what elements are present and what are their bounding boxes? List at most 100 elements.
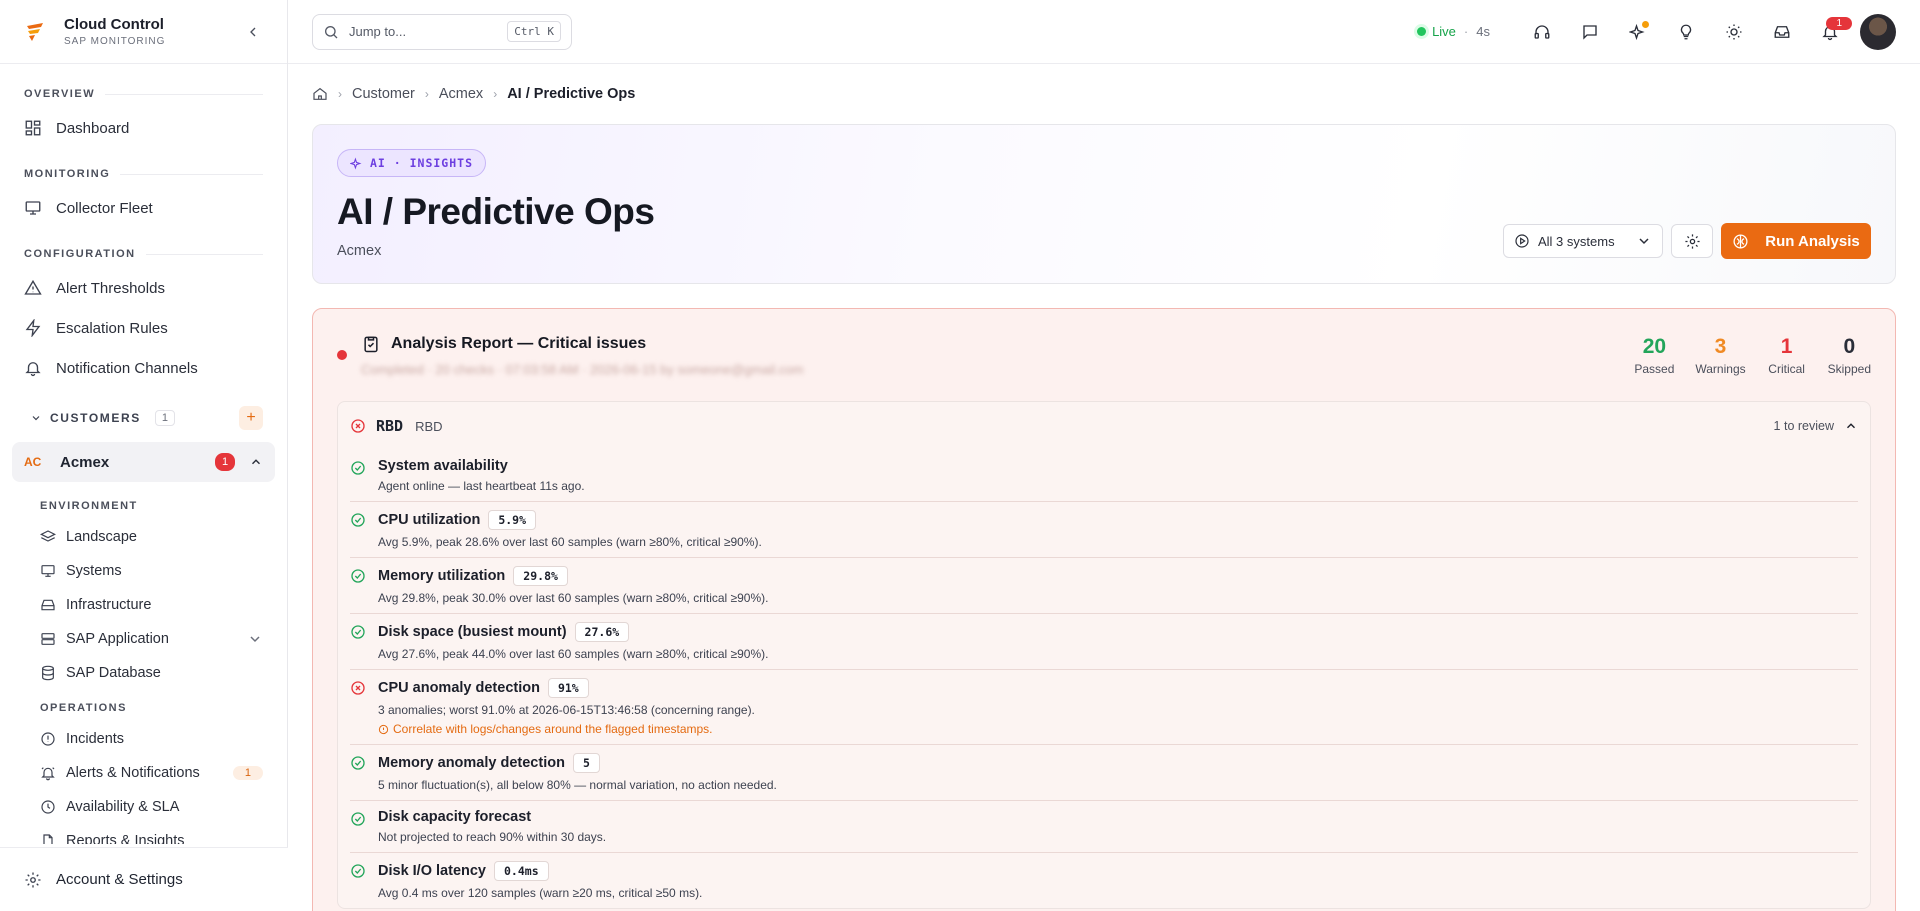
bolt-icon xyxy=(25,319,41,337)
check-value: 91% xyxy=(547,678,589,698)
breadcrumb-customer[interactable]: Customer xyxy=(352,86,415,102)
analysis-report: Analysis Report — Critical issues Comple… xyxy=(312,308,1896,911)
gear-icon xyxy=(1684,233,1700,249)
stat-skipped: 0 Skipped xyxy=(1827,334,1871,376)
chevron-up-icon[interactable] xyxy=(1844,419,1858,433)
database-icon xyxy=(42,665,54,681)
group-code: RBD xyxy=(376,417,404,435)
check-value: 29.8% xyxy=(513,566,568,586)
notifications-button[interactable]: 1 xyxy=(1806,12,1854,52)
sidebar-item-label: Alert Thresholds xyxy=(56,279,165,297)
account-settings-link[interactable]: Account & Settings xyxy=(0,847,288,911)
monitor-icon xyxy=(25,201,41,215)
check-circle-icon xyxy=(351,513,365,527)
check-row[interactable]: Disk capacity forecast Not projected to r… xyxy=(350,801,1858,853)
customers-label: CUSTOMERS xyxy=(50,411,141,425)
check-description: Not projected to reach 90% within 30 day… xyxy=(378,830,607,844)
check-group-rbd: RBD RBD 1 to review System availability A… xyxy=(337,401,1871,909)
check-title: Memory utilization xyxy=(378,568,506,584)
check-description: Agent online — last heartbeat 11s ago. xyxy=(378,479,585,493)
sidebar-item-availability-sla[interactable]: Availability & SLA xyxy=(0,790,287,824)
customer-name: Acmex xyxy=(60,453,110,471)
check-title: Memory anomaly detection xyxy=(378,755,565,771)
chevron-down-icon xyxy=(250,636,260,643)
jump-to-search[interactable]: Jump to... Ctrl K xyxy=(312,13,572,50)
check-group-header[interactable]: RBD RBD 1 to review xyxy=(350,402,1858,450)
run-analysis-button[interactable]: Run Analysis xyxy=(1721,223,1871,259)
section-title-monitoring: MONITORING xyxy=(0,166,287,182)
alerts-count-badge: 1 xyxy=(232,766,263,780)
check-row[interactable]: CPU anomaly detection 91% 3 anomalies; wor… xyxy=(350,670,1858,745)
section-title-configuration: CONFIGURATION xyxy=(0,246,287,262)
report-stats: 20 Passed 3 Warnings 1 Critical 0 Skipped xyxy=(1633,335,1871,376)
sidebar-item-escalation-rules[interactable]: Escalation Rules xyxy=(0,308,287,348)
check-title: Disk I/O latency xyxy=(378,863,486,879)
check-row[interactable]: CPU utilization 5.9% Avg 5.9%, peak 28.6% … xyxy=(350,502,1858,558)
sidebar-item-label: Incidents xyxy=(66,731,125,747)
check-row[interactable]: System availability Agent online — last h… xyxy=(350,450,1858,502)
tips-button[interactable] xyxy=(1662,12,1710,52)
message-square-icon xyxy=(1583,24,1597,40)
bell-ring-icon xyxy=(41,767,55,781)
check-circle-icon xyxy=(351,625,365,639)
sidebar-item-label: Alerts & Notifications xyxy=(66,765,200,781)
sidebar-item-infrastructure[interactable]: Infrastructure xyxy=(0,588,287,622)
check-row[interactable]: Memory utilization 29.8% Avg 29.8%, peak 3… xyxy=(350,558,1858,614)
sidebar-item-collector-fleet[interactable]: Collector Fleet xyxy=(0,188,287,228)
add-customer-button[interactable]: + xyxy=(239,406,263,430)
report-meta: Completed · 20 checks · 07:03:58 AM · 20… xyxy=(361,361,804,377)
sidebar-item-systems[interactable]: Systems xyxy=(0,554,287,588)
breadcrumb-current: AI / Predictive Ops xyxy=(507,86,636,102)
sidebar-item-dashboard[interactable]: Dashboard xyxy=(0,108,287,148)
live-status: Live · 4s xyxy=(1417,24,1490,39)
customer-avatar: AC xyxy=(24,455,42,469)
customers-header[interactable]: CUSTOMERS 1 + xyxy=(0,400,287,436)
check-row[interactable]: Disk I/O latency 0.4ms Avg 0.4 ms over 120… xyxy=(350,853,1858,908)
check-row[interactable]: Disk space (busiest mount) 27.6% Avg 27.6%… xyxy=(350,614,1858,670)
collapse-sidebar-button[interactable] xyxy=(243,22,263,42)
brand-name: Cloud Control xyxy=(64,16,164,33)
sidebar-item-alert-thresholds[interactable]: Alert Thresholds xyxy=(0,268,287,308)
x-circle-icon xyxy=(351,681,365,695)
customer-item-acmex[interactable]: AC Acmex 1 xyxy=(12,442,275,482)
sidebar-item-reports-insights[interactable]: Reports & Insights xyxy=(0,824,287,844)
plus-icon: + xyxy=(246,409,256,426)
home-icon[interactable] xyxy=(312,86,328,102)
sidebar-item-incidents[interactable]: Incidents xyxy=(0,722,287,756)
section-title-operations: OPERATIONS xyxy=(40,702,127,714)
customers-count: 1 xyxy=(154,410,175,426)
check-title: Disk space (busiest mount) xyxy=(378,624,567,640)
system-select[interactable]: All 3 systems xyxy=(1503,224,1663,258)
support-button[interactable] xyxy=(1518,12,1566,52)
user-avatar[interactable] xyxy=(1860,13,1896,50)
play-circle-icon xyxy=(1515,234,1529,248)
breadcrumb-acmex[interactable]: Acmex xyxy=(439,86,483,102)
messages-button[interactable] xyxy=(1566,12,1614,52)
inbox-button[interactable] xyxy=(1758,12,1806,52)
sidebar-item-landscape[interactable]: Landscape xyxy=(0,520,287,554)
sidebar-item-sap-application[interactable]: SAP Application xyxy=(0,622,287,656)
sidebar-item-label: Availability & SLA xyxy=(66,799,180,815)
check-circle-icon xyxy=(351,756,365,770)
chevron-right-icon: › xyxy=(493,87,498,101)
dashboard-icon xyxy=(25,120,41,136)
sidebar-item-label: Reports & Insights xyxy=(66,833,185,844)
check-row[interactable]: Memory anomaly detection 5 5 minor fluctua… xyxy=(350,745,1858,801)
chevron-right-icon: › xyxy=(424,87,429,101)
ai-insights-pill: AI · INSIGHTS xyxy=(337,149,487,177)
check-value: 5.9% xyxy=(488,510,537,530)
sidebar-item-notification-channels[interactable]: Notification Channels xyxy=(0,348,287,388)
sidebar-item-sap-database[interactable]: SAP Database xyxy=(0,656,287,690)
headphones-icon xyxy=(1534,24,1550,39)
live-label: Live xyxy=(1432,24,1456,39)
theme-toggle-button[interactable] xyxy=(1710,12,1758,52)
layers-icon xyxy=(40,530,56,542)
check-title: CPU utilization xyxy=(378,512,481,528)
sidebar-item-alerts-notifications[interactable]: Alerts & Notifications 1 xyxy=(0,756,287,790)
ai-assistant-button[interactable] xyxy=(1614,12,1662,52)
page-hero: AI · INSIGHTS AI / Predictive Ops Acmex … xyxy=(312,124,1896,284)
chevron-up-icon[interactable] xyxy=(249,455,263,469)
file-icon xyxy=(43,834,53,844)
analysis-settings-button[interactable] xyxy=(1671,224,1713,258)
alert-circle-icon xyxy=(41,732,55,746)
